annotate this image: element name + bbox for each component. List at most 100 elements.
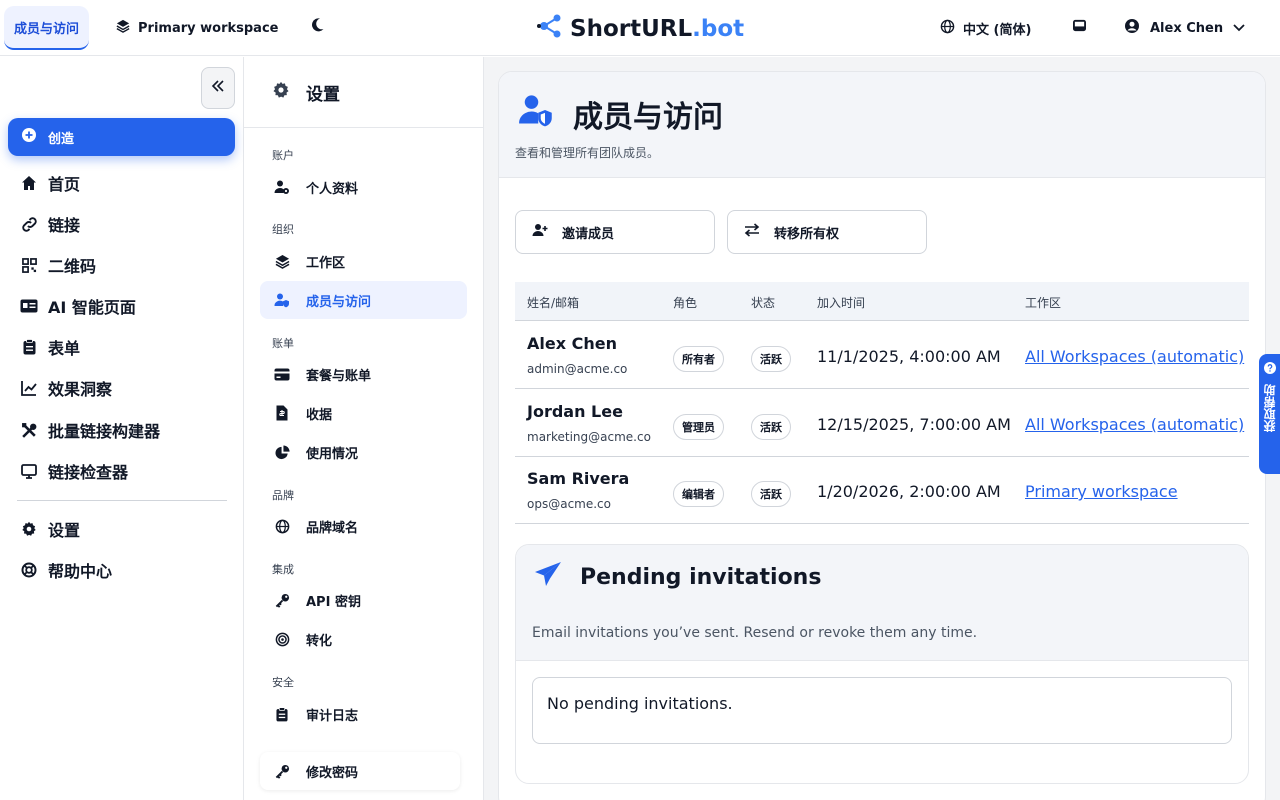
settings-item-label: 工作区 xyxy=(306,255,346,271)
id-card-icon xyxy=(20,297,38,315)
settings-item-change-password[interactable]: 修改密码 xyxy=(260,752,460,790)
paper-plane-icon xyxy=(534,561,562,593)
settings-item-profile[interactable]: 个人资料 xyxy=(260,168,467,206)
user-gear-icon xyxy=(274,179,290,195)
user-circle-icon xyxy=(1124,18,1140,38)
column-header-role[interactable]: 角色 xyxy=(673,294,697,311)
settings-item-usage[interactable]: 使用情况 xyxy=(260,433,467,471)
settings-item-domains[interactable]: 品牌域名 xyxy=(260,507,467,545)
target-icon xyxy=(274,631,290,647)
joined-date: 11/1/2025, 4:00:00 AM xyxy=(817,347,1001,366)
pending-title-text: Pending invitations xyxy=(580,564,822,590)
workspace-link[interactable]: All Workspaces (automatic) xyxy=(1025,415,1249,434)
gear-icon xyxy=(20,520,38,538)
collapse-sidebar-button[interactable] xyxy=(201,67,235,109)
sidebar-item-qr-codes[interactable]: 二维码 xyxy=(20,251,96,279)
settings-item-api-keys[interactable]: API 密钥 xyxy=(260,581,467,619)
sidebar-item-ai-pages[interactable]: AI 智能页面 xyxy=(20,292,136,320)
table-row: Sam Rivera ops@acme.co 编辑者 活跃 1/20/2026,… xyxy=(515,457,1249,524)
settings-item-label: 转化 xyxy=(306,633,333,649)
page-title: 成员与访问 xyxy=(517,92,723,136)
inbox-icon xyxy=(1072,19,1087,36)
moon-icon xyxy=(309,17,325,37)
user-menu[interactable]: Alex Chen xyxy=(1124,16,1245,40)
settings-title: 设置 xyxy=(306,84,340,105)
group-label-org: 组织 xyxy=(272,223,294,236)
settings-item-plans[interactable]: 套餐与账单 xyxy=(260,355,467,393)
settings-item-label: 审计日志 xyxy=(306,708,359,724)
sidebar-item-label: 二维码 xyxy=(48,257,97,276)
role-badge[interactable]: 编辑者 xyxy=(673,481,724,507)
sidebar-item-forms[interactable]: 表单 xyxy=(20,333,80,361)
group-label-account: 账户 xyxy=(272,149,294,162)
tab-label: 成员与访问 xyxy=(14,21,80,37)
card-header: 成员与访问 查看和管理所有团队成员。 xyxy=(499,72,1265,178)
sidebar-item-label: 链接检查器 xyxy=(48,463,129,482)
settings-item-label: 品牌域名 xyxy=(306,520,359,536)
invite-members-button[interactable]: 邀请成员 xyxy=(515,210,715,254)
role-badge[interactable]: 所有者 xyxy=(673,346,724,372)
transfer-ownership-button[interactable]: 转移所有权 xyxy=(727,210,927,254)
key-icon xyxy=(274,592,290,608)
monitor-icon xyxy=(20,462,38,480)
arrows-exchange-icon xyxy=(744,223,760,241)
tab-members-access[interactable]: 成员与访问 xyxy=(4,6,90,50)
sidebar-item-label: 链接 xyxy=(48,216,81,235)
settings-item-members[interactable]: 成员与访问 xyxy=(260,281,467,319)
sidebar-item-link-checker[interactable]: 链接检查器 xyxy=(20,457,128,485)
user-shield-icon xyxy=(517,92,555,136)
inbox-button[interactable] xyxy=(1070,18,1088,36)
members-card: 成员与访问 查看和管理所有团队成员。 邀请成员 转移所有权 姓名/邮箱 角色 状… xyxy=(498,71,1266,800)
joined-date: 12/15/2025, 7:00:00 AM xyxy=(817,415,1011,434)
link-icon xyxy=(20,215,38,233)
app-logo[interactable]: ShortURL.bot xyxy=(536,12,744,46)
column-header-joined[interactable]: 加入时间 xyxy=(817,294,865,311)
user-shield-icon xyxy=(274,292,290,308)
pending-invitations-panel: Pending invitations Email invitations yo… xyxy=(515,544,1249,784)
double-chevron-left-icon xyxy=(211,80,225,96)
workspace-switcher[interactable]: Primary workspace xyxy=(116,14,278,42)
chevron-down-icon xyxy=(1233,21,1245,36)
create-button[interactable]: 创造 xyxy=(8,118,235,156)
sidebar-item-home[interactable]: 首页 xyxy=(20,169,80,197)
column-header-workspace[interactable]: 工作区 xyxy=(1025,294,1061,311)
home-icon xyxy=(20,174,38,192)
workspace-link[interactable]: All Workspaces (automatic) xyxy=(1025,347,1249,366)
settings-item-label: 个人资料 xyxy=(306,181,359,197)
empty-state: No pending invitations. xyxy=(532,677,1232,744)
column-header-name[interactable]: 姓名/邮箱 xyxy=(527,294,579,311)
settings-item-label: 收据 xyxy=(306,407,333,423)
member-name: Alex Chen xyxy=(527,334,617,353)
sidebar-item-label: 批量链接构建器 xyxy=(48,422,161,441)
left-sidebar: 创造 首页 链接 二维码 AI 智能页面 表单 效果洞察 批量链接构建器 链接检… xyxy=(0,57,244,800)
settings-item-receipts[interactable]: 收据 xyxy=(260,394,467,432)
language-selector[interactable]: 中文 (简体) xyxy=(940,16,1031,40)
qr-icon xyxy=(20,256,38,274)
settings-item-workspace[interactable]: 工作区 xyxy=(260,242,467,280)
gear-icon xyxy=(272,81,290,104)
sidebar-item-settings[interactable]: 设置 xyxy=(20,515,80,543)
logo-accent: .bot xyxy=(692,16,745,42)
status-badge: 活跃 xyxy=(751,481,791,507)
chart-icon xyxy=(20,379,38,397)
settings-item-label: API 密钥 xyxy=(306,594,361,610)
workspace-link[interactable]: Primary workspace xyxy=(1025,482,1249,501)
member-name: Sam Rivera xyxy=(527,469,630,488)
group-label-integration: 集成 xyxy=(272,563,294,576)
member-email: admin@acme.co xyxy=(527,362,628,376)
sidebar-item-links[interactable]: 链接 xyxy=(20,210,80,238)
sidebar-item-insights[interactable]: 效果洞察 xyxy=(20,374,112,402)
settings-item-conversions[interactable]: 转化 xyxy=(260,620,467,658)
sidebar-item-help-center[interactable]: 帮助中心 xyxy=(20,556,112,584)
settings-item-audit-log[interactable]: 审计日志 xyxy=(260,695,467,733)
get-help-tab[interactable]: 获取帮助 xyxy=(1259,354,1280,474)
table-row: Alex Chen admin@acme.co 所有者 活跃 11/1/2025… xyxy=(515,322,1249,389)
joined-date: 1/20/2026, 2:00:00 AM xyxy=(817,482,1001,501)
role-badge[interactable]: 管理员 xyxy=(673,414,724,440)
sidebar-item-label: 首页 xyxy=(48,175,81,194)
transfer-label: 转移所有权 xyxy=(774,226,840,242)
column-header-status[interactable]: 状态 xyxy=(751,294,775,311)
dark-mode-toggle[interactable] xyxy=(306,16,328,38)
top-bar: 成员与访问 Primary workspace ShortURL.bot 中文 … xyxy=(0,0,1280,56)
sidebar-item-bulk-builder[interactable]: 批量链接构建器 xyxy=(20,416,160,444)
